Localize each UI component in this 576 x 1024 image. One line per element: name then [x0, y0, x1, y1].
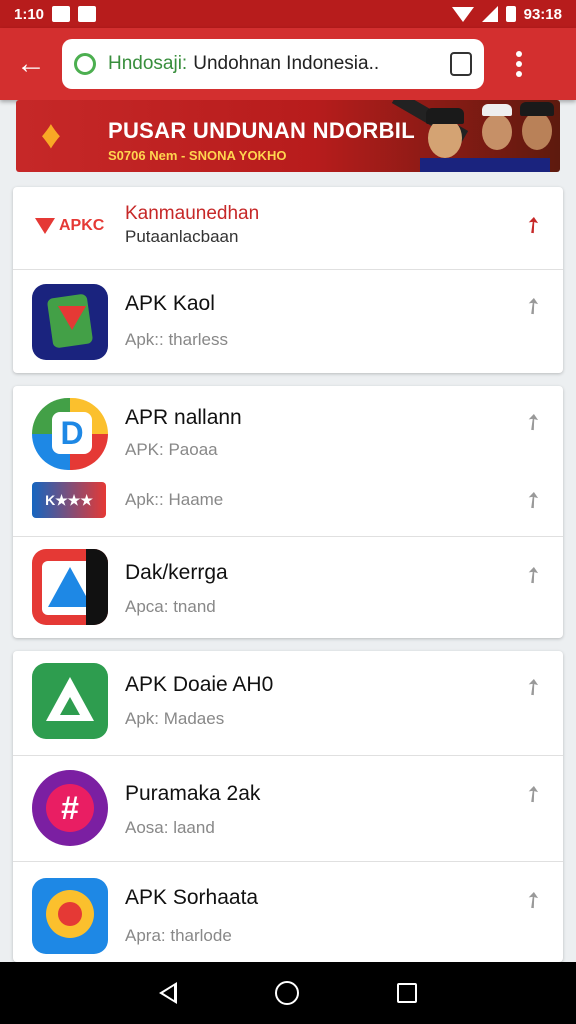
- list-item[interactable]: Dak/kerrga Apca: tnand ➚: [13, 536, 563, 638]
- d-letter-icon: D: [52, 412, 92, 454]
- status-time-left: 1:10: [14, 5, 45, 23]
- list-item[interactable]: K★★★ Apk:: Haame ➚: [13, 474, 563, 536]
- peci-cap-icon: [520, 102, 554, 116]
- banner-title: PUSAR UNDUNAN NDORBIL: [108, 118, 415, 143]
- inner-triangle-shape: [60, 697, 80, 715]
- menu-dot-icon: [516, 51, 522, 57]
- list-item-subtitle: Apra: tharlode: [125, 926, 232, 945]
- list-item-subtitle: Apk: Madaes: [125, 709, 225, 728]
- overflow-menu-button[interactable]: [484, 28, 554, 100]
- list-item-subtitle: APK: Paoaa: [125, 440, 218, 459]
- list-item[interactable]: APKC Kanmaunedhan Putaanlacbaan ➚: [13, 187, 563, 269]
- apk-triangle-icon: [35, 218, 55, 234]
- list-item-title: APK Sorhaata: [125, 886, 259, 909]
- menu-dot-icon: [516, 71, 522, 77]
- list-item[interactable]: APK Sorhaata Apra: tharlode ➚: [13, 861, 563, 962]
- list-item-title: Dak/kerrga: [125, 561, 228, 584]
- arrow-left-icon: ←: [16, 47, 46, 80]
- shield-phone-icon: [32, 284, 108, 360]
- app-card-2: D APR nallann APK: Paoaa ➚ K★★★ Apk:: Ha…: [13, 386, 563, 638]
- status-bar: 1:10 93:18: [0, 0, 576, 28]
- heart-dot-shape: [58, 902, 82, 926]
- secure-lock-icon: [74, 53, 96, 75]
- menu-dot-icon: [516, 61, 522, 67]
- list-item-subtitle: Putaanlacbaan: [125, 227, 239, 246]
- portrait-1: [428, 118, 462, 158]
- hash-circle-icon: #: [32, 770, 108, 846]
- white-cap-icon: [482, 104, 512, 116]
- status-time-right: 93:18: [523, 5, 562, 23]
- tab-switcher-button[interactable]: [450, 52, 472, 76]
- black-stripe: [86, 549, 108, 625]
- download-icon[interactable]: ➚: [516, 208, 550, 242]
- list-item-subtitle: Apk:: tharless: [125, 330, 228, 349]
- download-icon[interactable]: ➚: [516, 670, 550, 704]
- apk-logo-icon: APKC: [35, 211, 115, 241]
- download-icon[interactable]: ➚: [516, 777, 550, 811]
- peci-cap-icon: [426, 108, 464, 124]
- url-site: Hndosaji:: [108, 53, 188, 74]
- nav-back-button[interactable]: [159, 982, 177, 1004]
- banner-portraits: [390, 100, 560, 172]
- download-icon[interactable]: ➚: [516, 558, 550, 592]
- battery-icon: [505, 6, 516, 22]
- download-icon[interactable]: ➚: [516, 289, 550, 323]
- download-icon[interactable]: ➚: [516, 883, 550, 917]
- hash-symbol-icon: #: [46, 784, 94, 832]
- status-right: 93:18: [451, 5, 562, 23]
- browser-toolbar: ← Hndosaji: Undohnan Indonesia..: [0, 28, 576, 100]
- garuda-emblem-icon: ♦: [40, 113, 62, 157]
- nav-home-button[interactable]: [275, 981, 299, 1005]
- portrait-3: [522, 112, 552, 150]
- list-item[interactable]: APK Doaie AH0 Apk: Madaes ➚: [13, 651, 563, 755]
- portrait-2: [482, 114, 512, 150]
- list-item[interactable]: APK Kaol Apk:: tharless ➚: [13, 269, 563, 373]
- list-item-subtitle: Apk:: Haame: [125, 490, 224, 509]
- k-badge-icon: K★★★: [32, 482, 106, 518]
- system-nav-bar: [0, 962, 576, 1024]
- list-item-title: APK Doaie AH0: [125, 673, 274, 696]
- apk-logo-label: APKC: [59, 217, 105, 234]
- status-left: 1:10: [14, 5, 97, 23]
- green-triangle-icon: [32, 663, 108, 739]
- app-card-3: APK Doaie AH0 Apk: Madaes ➚ # Puramaka 2…: [13, 651, 563, 962]
- list-item-title: Puramaka 2ak: [125, 782, 261, 805]
- list-item-title: APR nallann: [125, 406, 242, 429]
- list-item-title: APK Kaol: [125, 292, 215, 315]
- app-card-1: APKC Kanmaunedhan Putaanlacbaan ➚ APK Ka…: [13, 187, 563, 373]
- cell-signal-icon: [481, 6, 498, 22]
- back-button[interactable]: ←: [0, 28, 62, 100]
- url-title: Undohnan Indonesia..: [193, 53, 380, 74]
- d-chat-icon: D: [32, 398, 108, 470]
- list-item[interactable]: # Puramaka 2ak Aosa: laand ➚: [13, 755, 563, 861]
- url-bar[interactable]: Hndosaji: Undohnan Indonesia..: [62, 39, 484, 89]
- triangle-icon: [32, 549, 108, 625]
- download-icon[interactable]: ➚: [516, 483, 550, 517]
- image-notification-icon: [78, 6, 97, 22]
- list-item-subtitle: Apca: tnand: [125, 597, 216, 616]
- list-item-title: Kanmaunedhan: [125, 203, 260, 224]
- notification-icon: [52, 6, 71, 22]
- list-item-subtitle: Aosa: laand: [125, 818, 215, 837]
- list-item[interactable]: D APR nallann APK: Paoaa ➚: [13, 386, 563, 474]
- site-banner[interactable]: ♦ PUSAR UNDUNAN NDORBIL S0706 Nem - SNON…: [16, 100, 560, 172]
- nav-recents-button[interactable]: [397, 983, 417, 1003]
- download-icon[interactable]: ➚: [516, 405, 550, 439]
- sun-bubble-icon: [32, 878, 108, 954]
- portrait-clothes: [420, 158, 550, 172]
- banner-subtitle: S0706 Nem - SNONA YOKHO: [108, 148, 287, 163]
- red-shield-shape: [58, 306, 86, 330]
- wifi-icon: [451, 6, 474, 22]
